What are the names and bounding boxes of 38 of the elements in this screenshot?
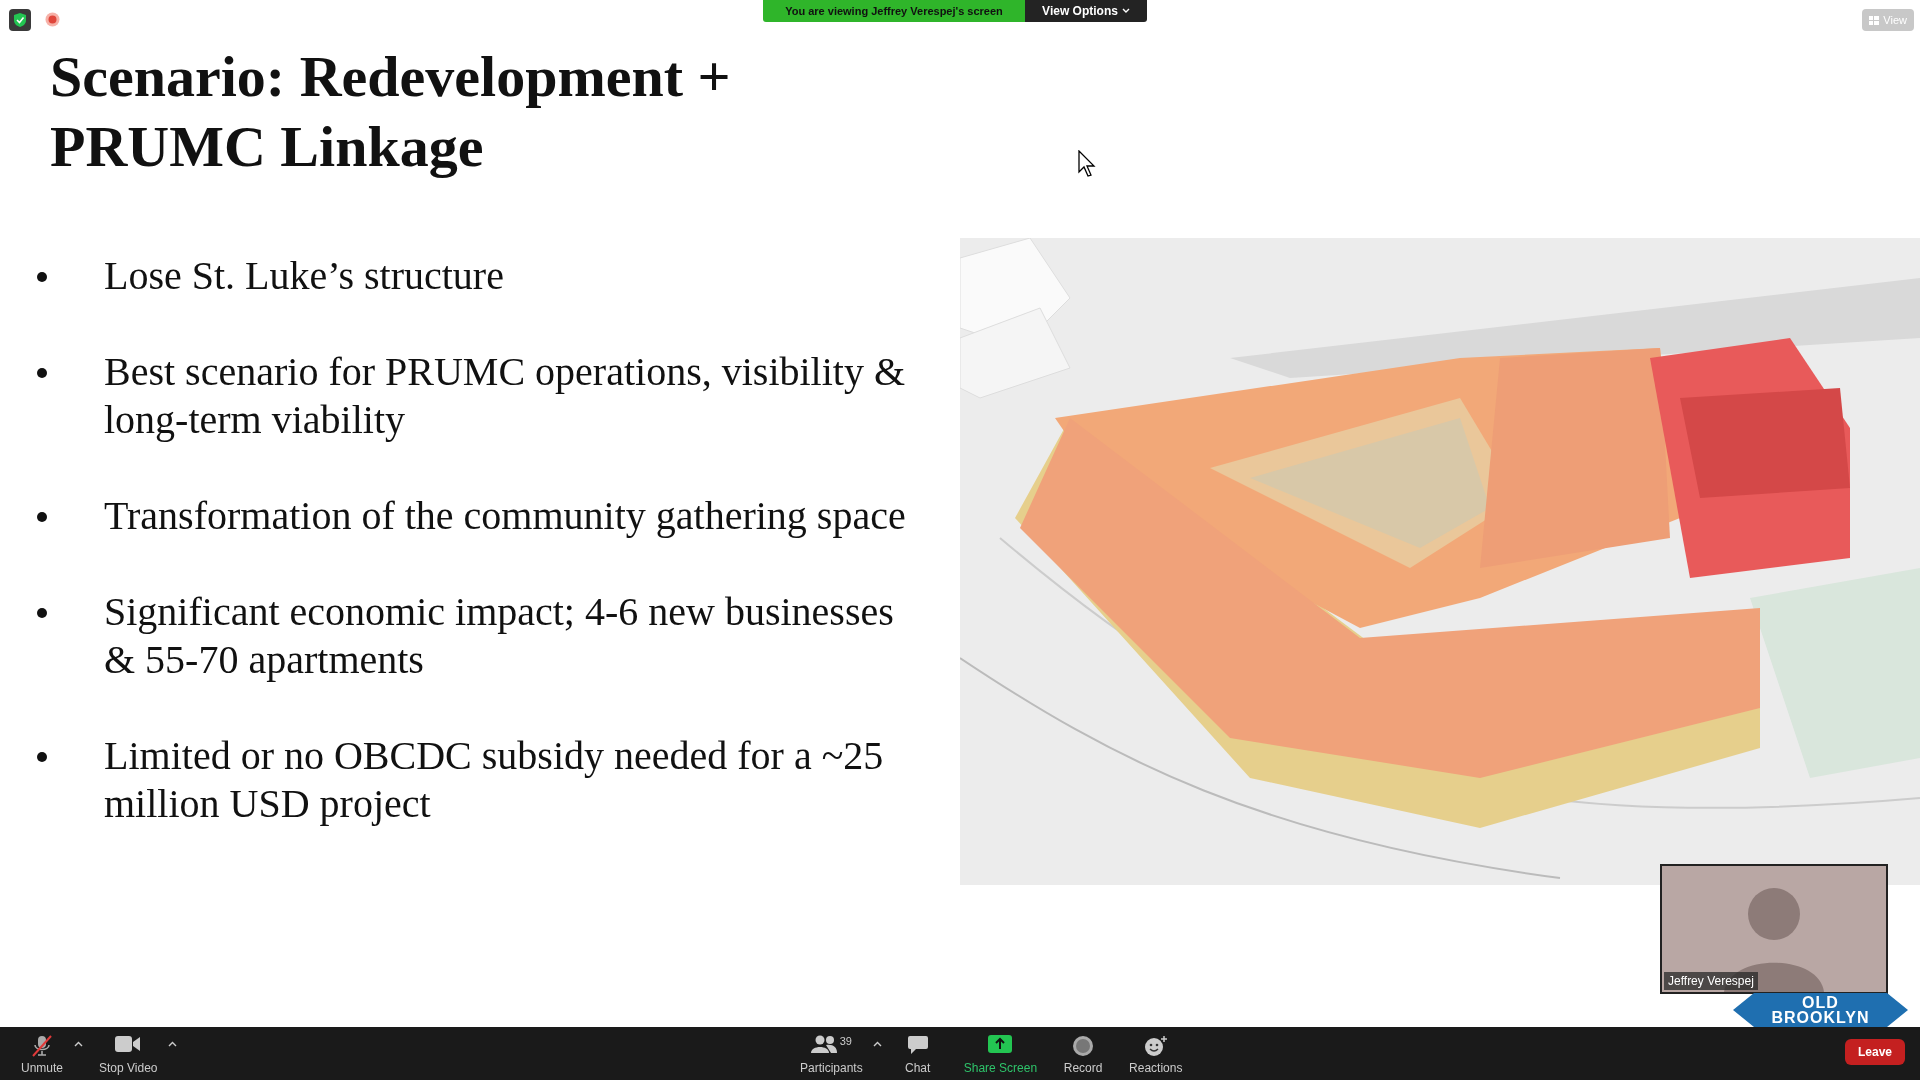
- people-icon: [810, 1034, 837, 1053]
- chevron-icon: [1121, 8, 1130, 14]
- video-button[interactable]: Stop Video: [89, 1028, 168, 1079]
- shield-icon[interactable]: [9, 9, 31, 31]
- participant-count: 39: [839, 1034, 852, 1047]
- grid-icon: [1869, 15, 1880, 25]
- logo: OLD BROOKLYN: [1733, 993, 1908, 1027]
- mouse-pointer-icon: [1078, 150, 1096, 178]
- bullet-text: Significant economic impact; 4-6 new businesses & 55-70 apartments: [104, 588, 895, 684]
- record-icon: [1072, 1034, 1095, 1057]
- participants-button[interactable]: 39 Participants: [790, 1028, 873, 1079]
- caret-icon[interactable]: [74, 1040, 83, 1047]
- bullet-dot: [37, 608, 47, 618]
- sharing-banner: You are viewing Jeffrey Verespej's screen: [763, 0, 1025, 22]
- bullet-dot: [37, 368, 47, 378]
- caret-icon[interactable]: [872, 1040, 882, 1047]
- bullet-text: Lose St. Luke’s structure: [104, 252, 505, 300]
- video-camera-icon: [115, 1034, 142, 1053]
- speech-bubble-icon: [906, 1034, 929, 1055]
- mic-button[interactable]: Unmute: [10, 1028, 74, 1079]
- bullet-text: Limited or no OBCDC subsidy needed for a ~25 million USD project: [104, 732, 885, 828]
- view-options-button[interactable]: View Options: [1025, 0, 1147, 22]
- bullet-text: Transformation of the community gathering space: [104, 492, 907, 540]
- recording-icon[interactable]: [45, 12, 60, 27]
- slide-title: Scenario: Redevelopment + PRUMC Linkage: [50, 43, 732, 181]
- bullet-dot: [37, 272, 47, 282]
- chat-button[interactable]: Chat: [885, 1028, 950, 1079]
- bullet-dot: [37, 752, 47, 762]
- share-screen-icon: [988, 1034, 1013, 1053]
- bullet-dot: [37, 512, 47, 522]
- smiley-plus-icon: [1143, 1034, 1168, 1057]
- share-button[interactable]: Share Screen: [953, 1028, 1048, 1079]
- participant-name: Jeffrey Verespej: [1664, 972, 1758, 990]
- reactions-button[interactable]: Reactions: [1119, 1028, 1193, 1079]
- bullet-text: Best scenario for PRUMC operations, visibility & long-term viability: [104, 348, 907, 444]
- record-button[interactable]: Record: [1051, 1028, 1116, 1079]
- caret-icon[interactable]: [167, 1040, 177, 1047]
- leave-button[interactable]: Leave: [1844, 1039, 1905, 1065]
